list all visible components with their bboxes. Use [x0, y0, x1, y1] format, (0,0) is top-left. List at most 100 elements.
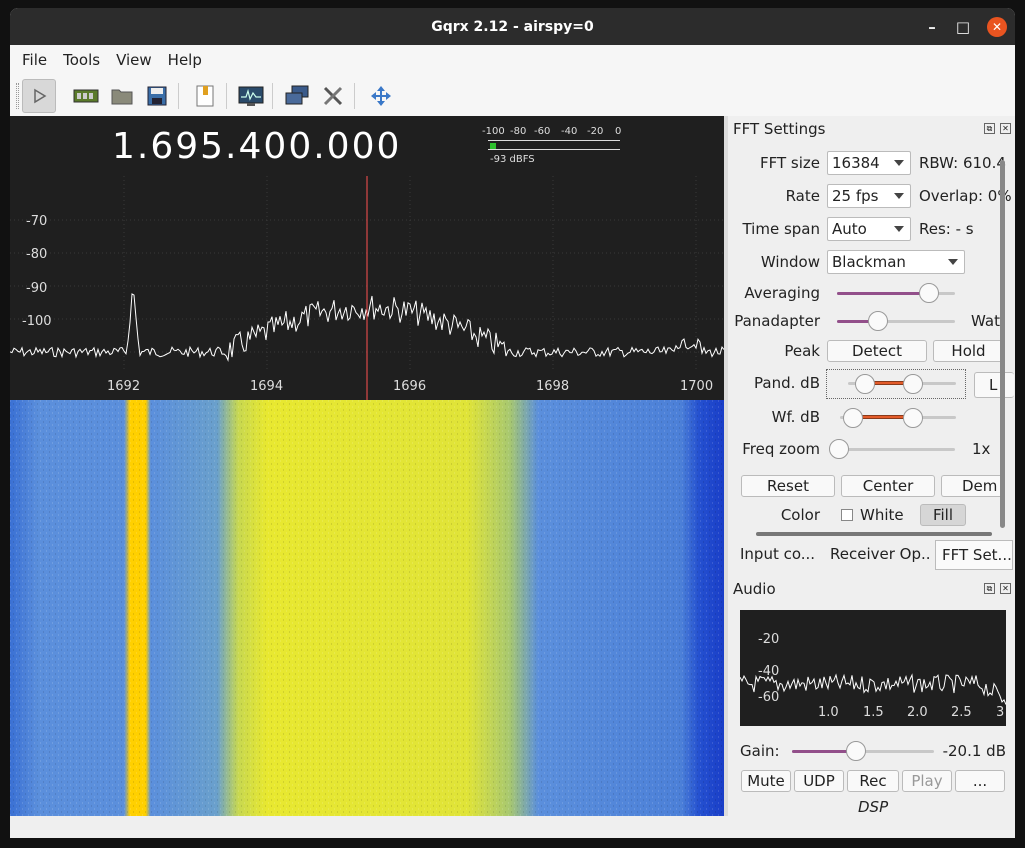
gain-value: -20.1 dB — [942, 742, 1006, 760]
panadapter-slider-handle[interactable] — [868, 311, 888, 331]
center-button[interactable]: Center — [841, 475, 935, 497]
audio-title: Audio — [733, 580, 776, 598]
rec-button[interactable]: Rec — [847, 770, 899, 792]
gain-slider-handle[interactable] — [846, 741, 866, 761]
white-checkbox[interactable] — [841, 509, 853, 521]
float-icon[interactable]: ⧉ — [984, 583, 995, 594]
audio-y-tick: -20 — [758, 632, 780, 647]
peak-detect-button[interactable]: Detect — [827, 340, 927, 362]
window-value: Blackman — [832, 253, 906, 271]
fill-button[interactable]: Fill — [920, 504, 966, 526]
vertical-scrollbar[interactable] — [1000, 160, 1005, 528]
play-button[interactable]: Play — [902, 770, 952, 792]
audio-x-tick: 2.0 — [907, 705, 928, 720]
rate-combo[interactable]: 25 fps — [827, 184, 911, 208]
toolbar-grip[interactable] — [16, 83, 19, 109]
status-bar — [10, 816, 1015, 838]
toolbar-separator — [272, 83, 273, 109]
window-combo[interactable]: Blackman — [827, 250, 965, 274]
close-icon[interactable]: ✕ — [1000, 583, 1011, 594]
menu-file[interactable]: File — [14, 51, 55, 69]
menu-tools[interactable]: Tools — [55, 51, 108, 69]
fft-size-combo[interactable]: 16384 — [827, 151, 911, 175]
menu-view[interactable]: View — [108, 51, 160, 69]
tools-icon[interactable] — [316, 79, 350, 113]
close-button[interactable]: ✕ — [987, 17, 1007, 37]
wf-db-label: Wf. dB — [771, 408, 820, 426]
pand-db-lock-button[interactable]: L — [974, 372, 1014, 398]
chevron-down-icon — [894, 226, 904, 232]
rate-label: Rate — [785, 187, 820, 205]
audio-x-tick: 1.5 — [863, 705, 884, 720]
peak-hold-button[interactable]: Hold — [933, 340, 1003, 362]
main-window: Gqrx 2.12 - airspy=0 – □ ✕ File Tools Vi… — [10, 8, 1015, 838]
demod-button[interactable]: Dem — [941, 475, 1003, 497]
reset-button[interactable]: Reset — [741, 475, 835, 497]
rbw-label: RBW: 610.4 — [919, 154, 1006, 172]
maximize-button[interactable]: □ — [954, 8, 972, 45]
fft-display-icon[interactable] — [234, 79, 268, 113]
save-icon[interactable] — [140, 79, 174, 113]
timespan-value: Auto — [832, 220, 867, 238]
window-title: Gqrx 2.12 - airspy=0 — [431, 18, 594, 35]
rate-value: 25 fps — [832, 187, 879, 205]
averaging-slider-handle[interactable] — [919, 283, 939, 303]
freq-zoom-handle[interactable] — [829, 439, 849, 459]
audio-y-tick: -60 — [758, 690, 780, 705]
x-tick-label: 1694 — [250, 379, 284, 394]
y-tick-label: -100 — [22, 314, 52, 329]
device-config-icon[interactable] — [69, 79, 103, 113]
freq-zoom-slider[interactable] — [837, 448, 955, 451]
averaging-label: Averaging — [744, 284, 820, 302]
tab-receiver-options[interactable]: Receiver Op... — [824, 540, 932, 570]
timespan-label: Time span — [742, 220, 820, 238]
toolbar — [10, 75, 1015, 117]
wf-db-low-handle[interactable] — [843, 408, 863, 428]
more-button[interactable]: ... — [955, 770, 1005, 792]
white-label: White — [860, 506, 904, 524]
y-tick-label: -70 — [26, 214, 48, 229]
audio-x-tick: 3 — [996, 705, 1005, 720]
toolbar-separator — [178, 83, 179, 109]
mute-button[interactable]: Mute — [741, 770, 791, 792]
peak-label: Peak — [784, 342, 820, 360]
fft-size-label: FFT size — [759, 154, 820, 172]
averaging-slider-fill — [837, 292, 929, 295]
play-icon[interactable] — [22, 79, 56, 113]
tab-input-controls[interactable]: Input co... — [734, 540, 822, 570]
x-tick-label: 1700 — [680, 379, 714, 394]
wf-db-high-handle[interactable] — [903, 408, 923, 428]
window-label: Window — [760, 253, 820, 271]
open-icon[interactable] — [105, 79, 139, 113]
title-bar: Gqrx 2.12 - airspy=0 – □ ✕ — [10, 8, 1015, 45]
panadapter-label: Panadapter — [734, 312, 820, 330]
gain-label: Gain: — [740, 742, 780, 760]
tab-fft-settings[interactable]: FFT Set... — [935, 540, 1013, 570]
minimize-button[interactable]: – — [923, 8, 941, 45]
audio-y-tick: -40 — [758, 664, 780, 679]
dsp-label: DSP — [858, 798, 889, 816]
spectrum-trace — [10, 176, 724, 400]
spectrum-plot[interactable]: 1.695.400.000 -100 -80 -60 -40 -20 0 -93… — [10, 116, 724, 400]
horizontal-scrollbar[interactable] — [756, 532, 992, 536]
audio-x-tick: 2.5 — [951, 705, 972, 720]
pand-db-low-handle[interactable] — [855, 374, 875, 394]
chevron-down-icon — [948, 259, 958, 265]
fft-settings-panel: FFT Settings ⧉ ✕ FFT size 16384 RBW: 610… — [728, 116, 1015, 541]
fullscreen-icon[interactable] — [364, 79, 398, 113]
float-icon[interactable]: ⧉ — [984, 123, 995, 134]
timespan-combo[interactable]: Auto — [827, 217, 911, 241]
udp-button[interactable]: UDP — [794, 770, 844, 792]
x-tick-label: 1698 — [536, 379, 570, 394]
menu-help[interactable]: Help — [160, 51, 210, 69]
chevron-down-icon — [894, 193, 904, 199]
audio-panel: Audio ⧉ ✕ -20 -40 -60 1.0 1.5 2.0 2.5 3 … — [728, 576, 1015, 816]
network-icon[interactable] — [280, 79, 314, 113]
bookmark-icon[interactable] — [188, 79, 222, 113]
pand-db-high-handle[interactable] — [903, 374, 923, 394]
audio-fft-plot[interactable]: -20 -40 -60 1.0 1.5 2.0 2.5 3 — [740, 610, 1006, 726]
fft-settings-title: FFT Settings — [733, 120, 826, 138]
close-icon[interactable]: ✕ — [1000, 123, 1011, 134]
waterfall-display[interactable] — [10, 400, 724, 816]
fft-size-value: 16384 — [832, 154, 880, 172]
